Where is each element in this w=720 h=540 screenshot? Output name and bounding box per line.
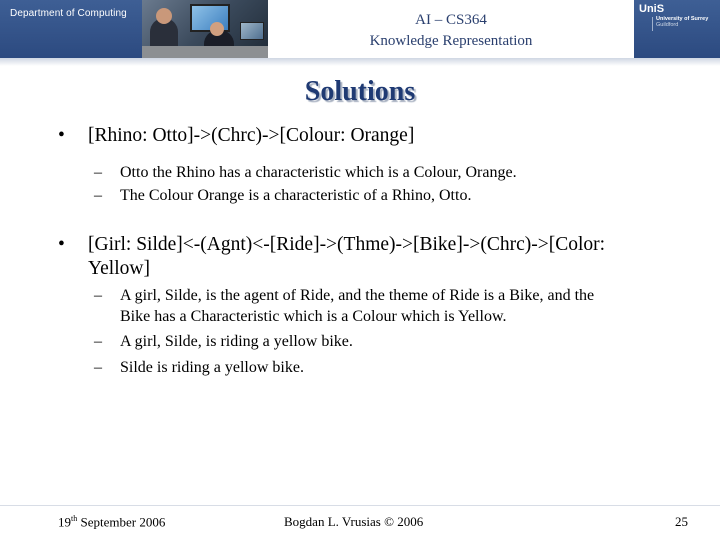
page-number: 25 — [675, 514, 688, 529]
bullet-text: [Rhino: Otto]->(Chrc)->[Colour: Orange] — [88, 125, 415, 146]
bullet-item: • [Girl: Silde]<-(Agnt)<-[Ride]->(Thme)-… — [58, 233, 698, 281]
unis-logo-text: UniS — [639, 3, 665, 15]
sub-item: – The Colour Orange is a characteristic … — [94, 186, 694, 206]
date-day: 19 — [58, 514, 71, 530]
slide-header: Department of Computing AI – CS364 Knowl… — [0, 0, 720, 59]
sub-item: – Silde is riding a yellow bike. — [94, 358, 694, 378]
dash-icon: – — [94, 164, 102, 181]
university-name: University of Surrey Guildford — [656, 16, 708, 28]
bullet-text-continued: Yellow] — [88, 258, 150, 279]
dash-icon: – — [94, 359, 102, 376]
person-head-2 — [210, 22, 224, 36]
monitor-image-2 — [240, 22, 264, 40]
footer-divider — [0, 505, 720, 506]
dash-icon: – — [94, 333, 102, 350]
sub-item: – A girl, Silde, is riding a yellow bike… — [94, 332, 694, 352]
desk — [142, 46, 268, 58]
department-banner: Department of Computing — [0, 0, 142, 58]
sub-item: – A girl, Silde, is the agent of Ride, a… — [94, 286, 704, 326]
date-rest: September 2006 — [77, 514, 166, 530]
bullet-dot-icon: • — [58, 125, 65, 146]
logo-separator — [652, 17, 653, 31]
university-logo: UniS University of Surrey Guildford — [634, 0, 720, 58]
university-name-line2: Guildford — [656, 22, 679, 28]
course-title-box: AI – CS364 Knowledge Representation — [268, 0, 634, 59]
header-photo — [142, 0, 268, 58]
slide-title: Solutions — [304, 76, 416, 107]
sub-item-text: Otto the Rhino has a characteristic whic… — [120, 164, 517, 181]
footer-date: 19th September 2006 — [58, 514, 165, 530]
header-divider — [0, 58, 720, 66]
course-title: AI – CS364 — [415, 12, 487, 28]
sub-item: – Otto the Rhino has a characteristic wh… — [94, 163, 694, 183]
person-head — [156, 8, 172, 24]
course-subtitle: Knowledge Representation — [369, 33, 533, 49]
sub-item-text: Silde is riding a yellow bike. — [120, 359, 304, 376]
dash-icon: – — [94, 187, 102, 204]
dash-icon: – — [94, 287, 102, 304]
sub-item-text-continued: Bike has a Characteristic which is a Col… — [120, 308, 507, 325]
sub-item-text: A girl, Silde, is riding a yellow bike. — [120, 333, 353, 350]
bullet-text: [Girl: Silde]<-(Agnt)<-[Ride]->(Thme)->[… — [88, 234, 606, 255]
footer-author: Bogdan L. Vrusias © 2006 — [284, 514, 424, 529]
bullet-dot-icon: • — [58, 234, 65, 255]
department-label: Department of Computing — [10, 8, 127, 19]
sub-item-text: The Colour Orange is a characteristic of… — [120, 187, 472, 204]
sub-item-text: A girl, Silde, is the agent of Ride, and… — [120, 287, 595, 304]
bullet-item: • [Rhino: Otto]->(Chrc)->[Colour: Orange… — [58, 124, 698, 148]
